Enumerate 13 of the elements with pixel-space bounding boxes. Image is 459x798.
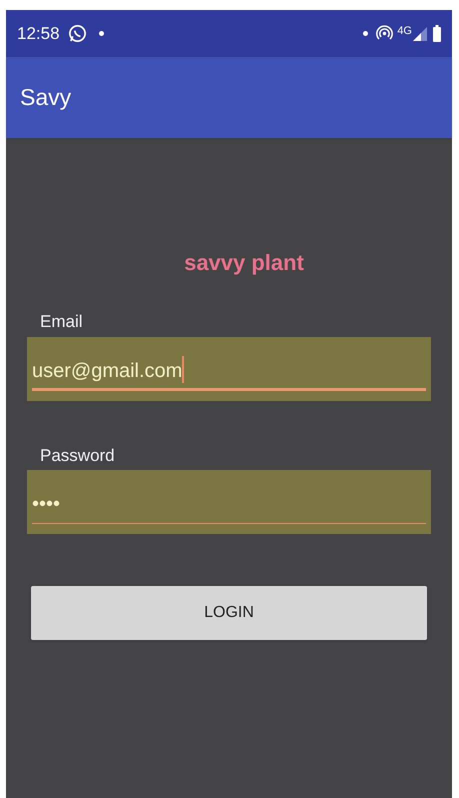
signal-icon <box>413 26 427 40</box>
hotspot-icon <box>376 25 394 42</box>
input-field[interactable]: user@gmail.com <box>27 336 431 400</box>
battery-icon <box>433 25 441 42</box>
app-heading: savvy plant <box>184 249 304 277</box>
app-title: Savy <box>20 83 72 112</box>
field-label: Password <box>40 444 115 466</box>
login-button[interactable]: LOGIN <box>31 586 427 640</box>
clock-text: 12:58 <box>17 22 60 45</box>
network-text: 4G <box>397 24 412 39</box>
input-field[interactable]: •••• <box>27 470 431 534</box>
field-label: Email <box>40 311 83 333</box>
chat-icon <box>68 24 87 43</box>
